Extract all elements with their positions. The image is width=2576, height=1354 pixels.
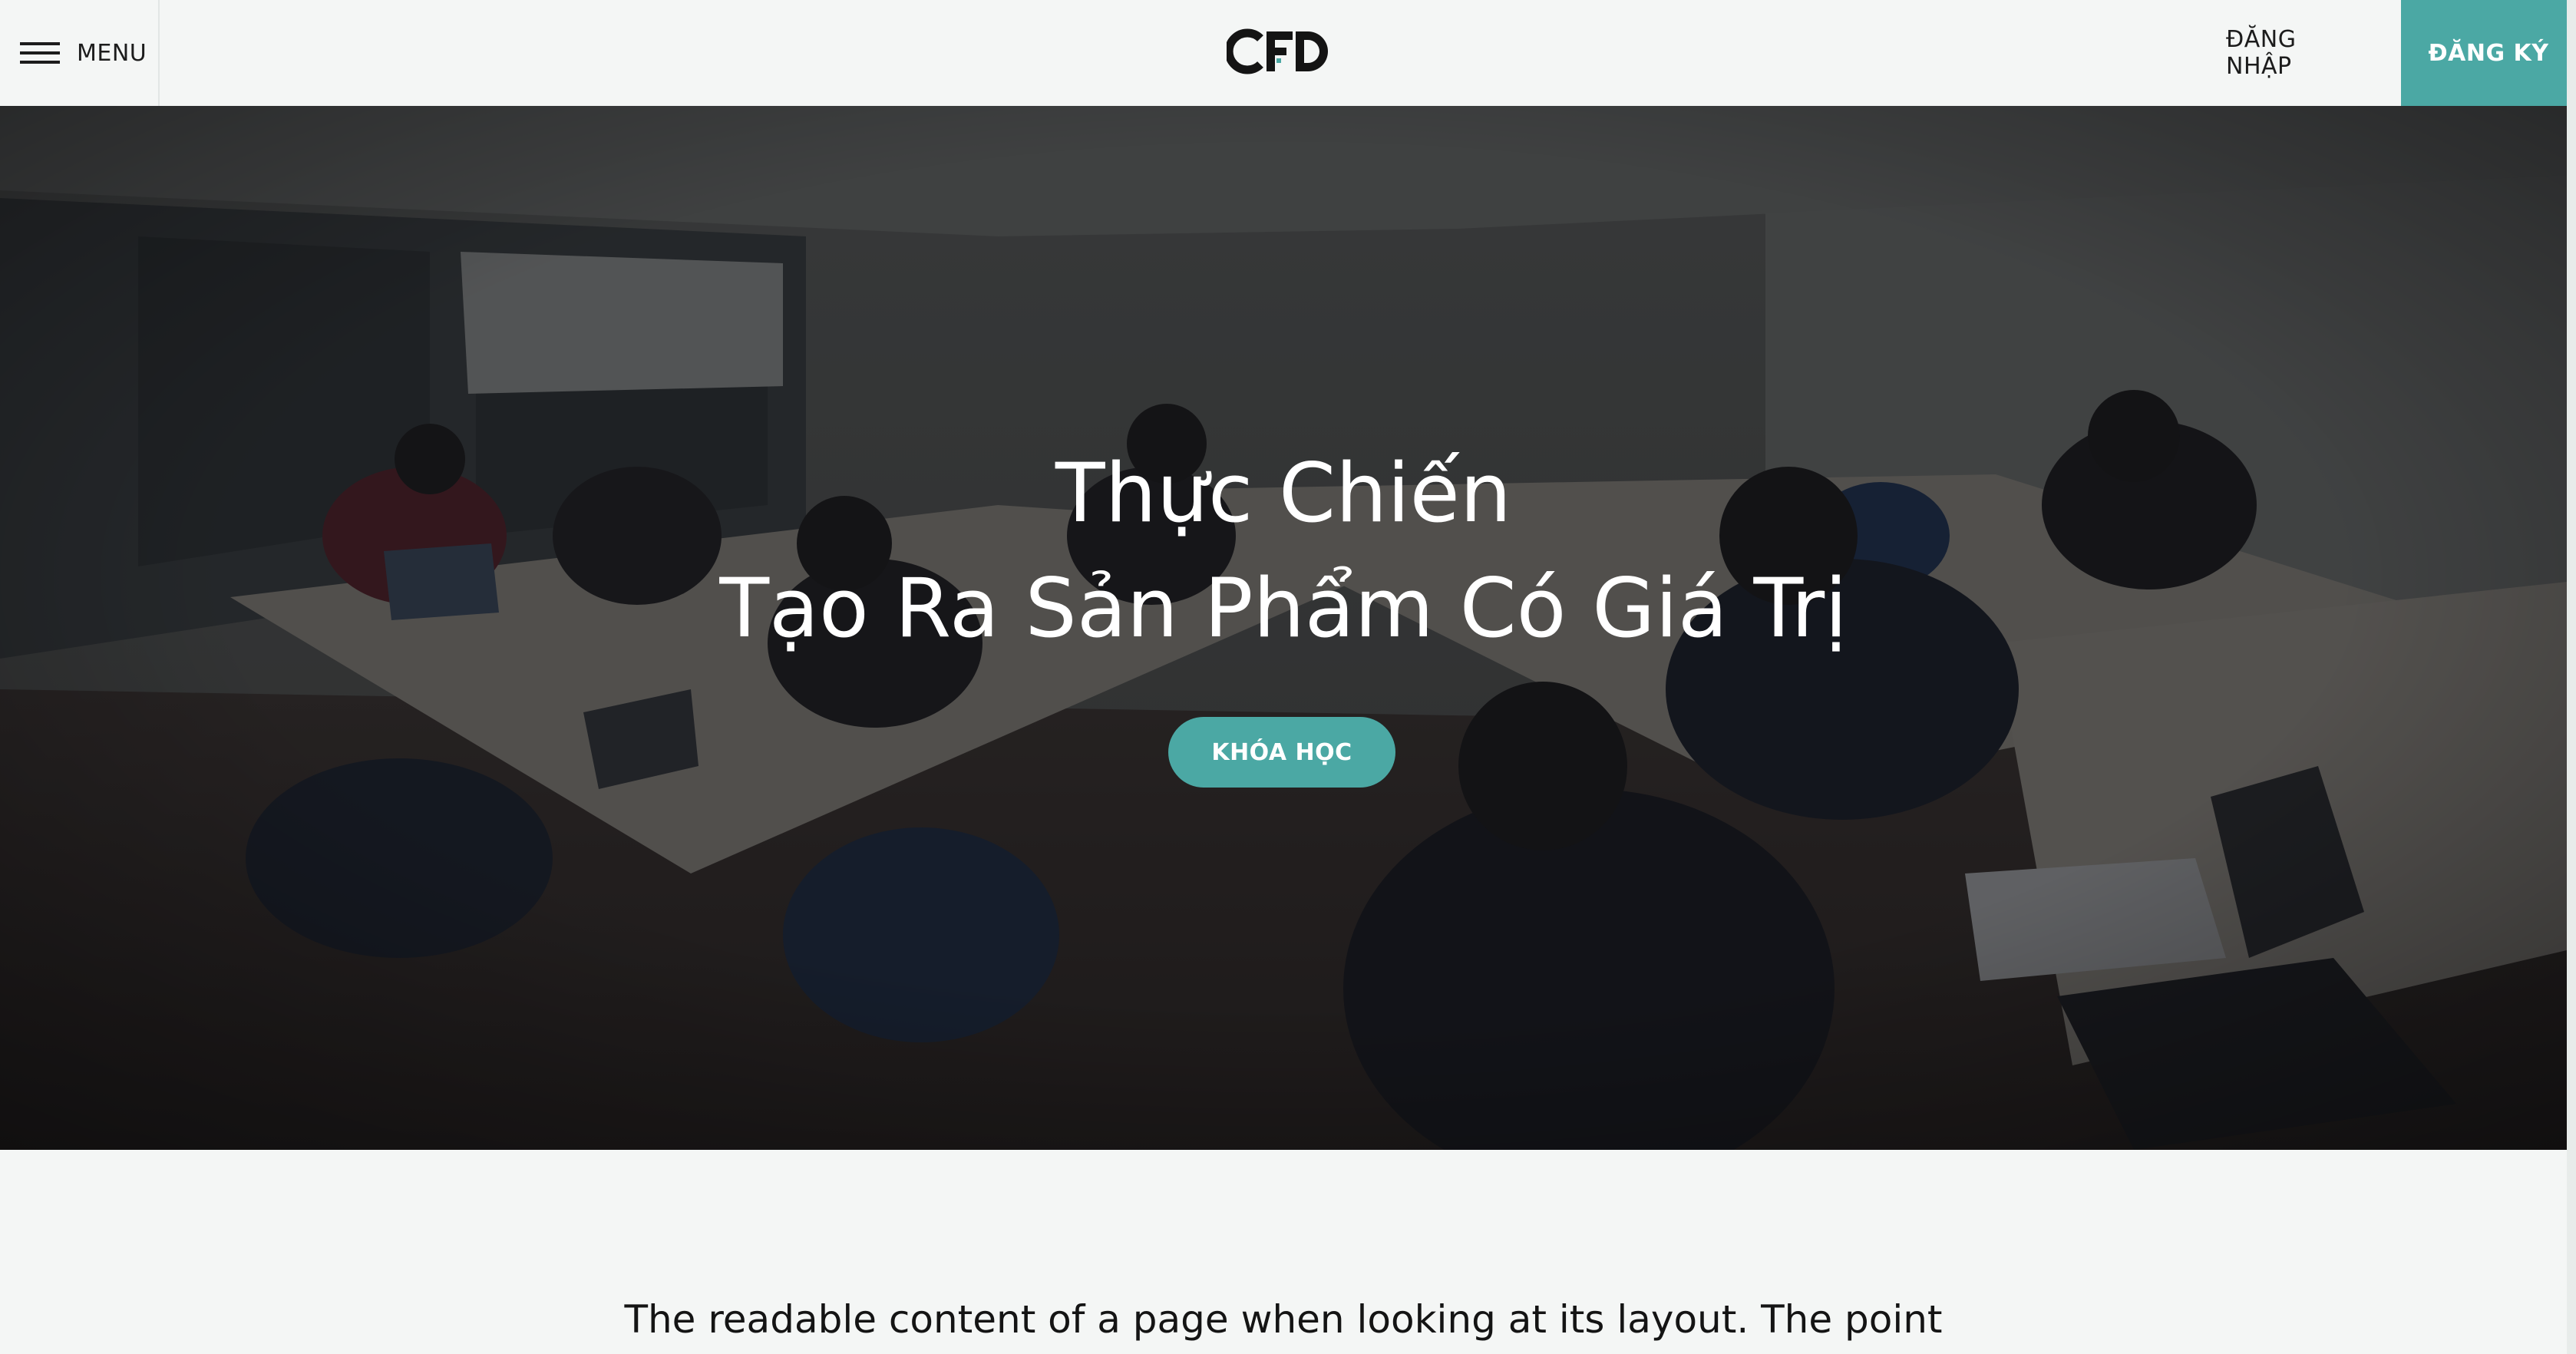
- page-scrollbar[interactable]: [2567, 0, 2576, 1354]
- cfd-logo[interactable]: [1227, 25, 1337, 78]
- login-link[interactable]: ĐĂNG NHẬP: [2226, 0, 2364, 106]
- hamburger-icon: [20, 41, 60, 64]
- intro-paragraph: The readable content of a page when look…: [624, 1297, 1943, 1342]
- hero-title-line-1: Thực Chiến: [1055, 446, 1512, 540]
- courses-button[interactable]: KHÓA HỌC: [1168, 717, 1395, 788]
- site-header: MENU ĐĂNG NHẬP ĐĂNG KÝ: [0, 0, 2576, 106]
- register-button[interactable]: ĐĂNG KÝ: [2401, 0, 2576, 106]
- menu-button[interactable]: MENU: [0, 0, 160, 106]
- hero-title-line-2: Tạo Ra Sản Phẩm Có Giá Trị: [719, 561, 1848, 656]
- hero-banner: Thực Chiến Tạo Ra Sản Phẩm Có Giá Trị KH…: [0, 106, 2567, 1150]
- menu-label: MENU: [77, 39, 147, 67]
